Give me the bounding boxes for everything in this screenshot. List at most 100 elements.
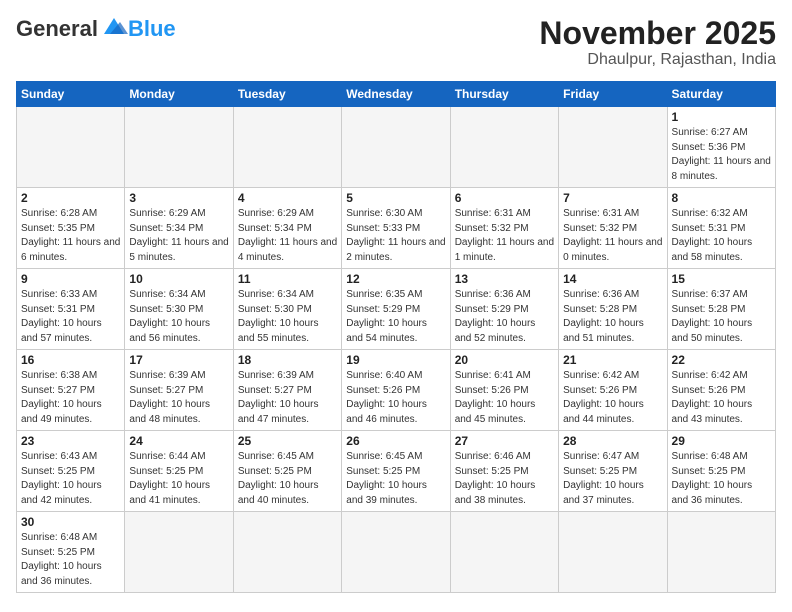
day-number: 20 — [455, 353, 554, 367]
day-number: 2 — [21, 191, 120, 205]
day-number: 18 — [238, 353, 337, 367]
day-number: 8 — [672, 191, 771, 205]
day-number: 7 — [563, 191, 662, 205]
day-number: 9 — [21, 272, 120, 286]
sun-info: Sunrise: 6:39 AMSunset: 5:27 PMDaylight:… — [238, 369, 337, 427]
day-number: 28 — [563, 434, 662, 448]
day-number: 10 — [129, 272, 228, 286]
weekday-header-friday: Friday — [559, 82, 667, 107]
sun-info: Sunrise: 6:36 AMSunset: 5:29 PMDaylight:… — [455, 288, 554, 346]
calendar-cell — [233, 107, 341, 188]
sun-info: Sunrise: 6:45 AMSunset: 5:25 PMDaylight:… — [346, 450, 445, 508]
sun-info: Sunrise: 6:28 AMSunset: 5:35 PMDaylight:… — [21, 207, 120, 265]
calendar-cell: 13 Sunrise: 6:36 AMSunset: 5:29 PMDayligh… — [450, 269, 558, 350]
sun-info: Sunrise: 6:43 AMSunset: 5:25 PMDaylight:… — [21, 450, 120, 508]
sun-info: Sunrise: 6:33 AMSunset: 5:31 PMDaylight:… — [21, 288, 120, 346]
weekday-header-row: SundayMondayTuesdayWednesdayThursdayFrid… — [17, 82, 776, 107]
calendar-cell — [559, 107, 667, 188]
day-number: 5 — [346, 191, 445, 205]
sun-info: Sunrise: 6:39 AMSunset: 5:27 PMDaylight:… — [129, 369, 228, 427]
sun-info: Sunrise: 6:47 AMSunset: 5:25 PMDaylight:… — [563, 450, 662, 508]
weekday-header-wednesday: Wednesday — [342, 82, 450, 107]
day-number: 19 — [346, 353, 445, 367]
sun-info: Sunrise: 6:32 AMSunset: 5:31 PMDaylight:… — [672, 207, 771, 265]
day-number: 22 — [672, 353, 771, 367]
logo-icon — [100, 16, 128, 38]
calendar-cell: 22Sunrise: 6:42 AMSunset: 5:26 PMDayligh… — [667, 350, 775, 431]
calendar-cell — [342, 512, 450, 593]
sun-info: Sunrise: 6:34 AMSunset: 5:30 PMDaylight:… — [238, 288, 337, 346]
day-number: 25 — [238, 434, 337, 448]
day-number: 14 — [563, 272, 662, 286]
calendar-cell — [17, 107, 125, 188]
calendar-week-row: 1Sunrise: 6:27 AMSunset: 5:36 PMDaylight… — [17, 107, 776, 188]
sun-info: Sunrise: 6:36 AMSunset: 5:28 PMDaylight:… — [563, 288, 662, 346]
calendar-cell: 24Sunrise: 6:44 AMSunset: 5:25 PMDayligh… — [125, 431, 233, 512]
sun-info: Sunrise: 6:41 AMSunset: 5:26 PMDaylight:… — [455, 369, 554, 427]
sun-info: Sunrise: 6:30 AMSunset: 5:33 PMDaylight:… — [346, 207, 445, 265]
calendar-cell: 20 Sunrise: 6:41 AMSunset: 5:26 PMDayligh… — [450, 350, 558, 431]
day-number: 21 — [563, 353, 662, 367]
calendar-cell: 23Sunrise: 6:43 AMSunset: 5:25 PMDayligh… — [17, 431, 125, 512]
calendar-week-row: 30 Sunrise: 6:48 AMSunset: 5:25 PMDayligh… — [17, 512, 776, 593]
calendar-cell: 27 Sunrise: 6:46 AMSunset: 5:25 PMDayligh… — [450, 431, 558, 512]
calendar-week-row: 9 Sunrise: 6:33 AMSunset: 5:31 PMDaylight… — [17, 269, 776, 350]
logo: General Blue — [16, 16, 176, 42]
sun-info: Sunrise: 6:31 AMSunset: 5:32 PMDaylight:… — [563, 207, 662, 265]
weekday-header-monday: Monday — [125, 82, 233, 107]
weekday-header-thursday: Thursday — [450, 82, 558, 107]
calendar-cell — [559, 512, 667, 593]
calendar-cell: 10Sunrise: 6:34 AMSunset: 5:30 PMDayligh… — [125, 269, 233, 350]
day-number: 27 — [455, 434, 554, 448]
sun-info: Sunrise: 6:46 AMSunset: 5:25 PMDaylight:… — [455, 450, 554, 508]
calendar-cell: 18 Sunrise: 6:39 AMSunset: 5:27 PMDayligh… — [233, 350, 341, 431]
calendar-cell: 3Sunrise: 6:29 AMSunset: 5:34 PMDaylight… — [125, 188, 233, 269]
calendar-cell — [125, 107, 233, 188]
calendar-cell: 29Sunrise: 6:48 AMSunset: 5:25 PMDayligh… — [667, 431, 775, 512]
calendar-cell: 25 Sunrise: 6:45 AMSunset: 5:25 PMDayligh… — [233, 431, 341, 512]
day-number: 13 — [455, 272, 554, 286]
calendar-cell: 11Sunrise: 6:34 AMSunset: 5:30 PMDayligh… — [233, 269, 341, 350]
sun-info: Sunrise: 6:42 AMSunset: 5:26 PMDaylight:… — [563, 369, 662, 427]
day-number: 15 — [672, 272, 771, 286]
sun-info: Sunrise: 6:31 AMSunset: 5:32 PMDaylight:… — [455, 207, 554, 265]
calendar-cell: 26 Sunrise: 6:45 AMSunset: 5:25 PMDayligh… — [342, 431, 450, 512]
calendar-cell: 19Sunrise: 6:40 AMSunset: 5:26 PMDayligh… — [342, 350, 450, 431]
calendar-week-row: 16Sunrise: 6:38 AMSunset: 5:27 PMDayligh… — [17, 350, 776, 431]
calendar-cell: 14 Sunrise: 6:36 AMSunset: 5:28 PMDayligh… — [559, 269, 667, 350]
location-text: Dhaulpur, Rajasthan, India — [539, 51, 776, 69]
sun-info: Sunrise: 6:45 AMSunset: 5:25 PMDaylight:… — [238, 450, 337, 508]
weekday-header-saturday: Saturday — [667, 82, 775, 107]
day-number: 3 — [129, 191, 228, 205]
logo-blue-text: Blue — [128, 16, 176, 42]
calendar-cell: 8 Sunrise: 6:32 AMSunset: 5:31 PMDaylight… — [667, 188, 775, 269]
calendar-cell — [342, 107, 450, 188]
calendar-week-row: 2 Sunrise: 6:28 AMSunset: 5:35 PMDaylight… — [17, 188, 776, 269]
calendar-cell: 15 Sunrise: 6:37 AMSunset: 5:28 PMDayligh… — [667, 269, 775, 350]
calendar-table: SundayMondayTuesdayWednesdayThursdayFrid… — [16, 81, 776, 593]
weekday-header-sunday: Sunday — [17, 82, 125, 107]
calendar-cell: 9 Sunrise: 6:33 AMSunset: 5:31 PMDaylight… — [17, 269, 125, 350]
sun-info: Sunrise: 6:44 AMSunset: 5:25 PMDaylight:… — [129, 450, 228, 508]
sun-info: Sunrise: 6:29 AMSunset: 5:34 PMDaylight:… — [238, 207, 337, 265]
calendar-cell: 28 Sunrise: 6:47 AMSunset: 5:25 PMDayligh… — [559, 431, 667, 512]
calendar-cell: 12Sunrise: 6:35 AMSunset: 5:29 PMDayligh… — [342, 269, 450, 350]
calendar-cell — [125, 512, 233, 593]
month-title: November 2025 — [539, 16, 776, 51]
calendar-cell: 21 Sunrise: 6:42 AMSunset: 5:26 PMDayligh… — [559, 350, 667, 431]
day-number: 4 — [238, 191, 337, 205]
sun-info: Sunrise: 6:48 AMSunset: 5:25 PMDaylight:… — [21, 531, 120, 589]
day-number: 17 — [129, 353, 228, 367]
calendar-cell: 6Sunrise: 6:31 AMSunset: 5:32 PMDaylight… — [450, 188, 558, 269]
day-number: 30 — [21, 515, 120, 529]
day-number: 16 — [21, 353, 120, 367]
logo-general-text: General — [16, 16, 98, 42]
day-number: 1 — [672, 110, 771, 124]
title-block: November 2025 Dhaulpur, Rajasthan, India — [539, 16, 776, 69]
day-number: 26 — [346, 434, 445, 448]
sun-info: Sunrise: 6:37 AMSunset: 5:28 PMDaylight:… — [672, 288, 771, 346]
calendar-cell: 17 Sunrise: 6:39 AMSunset: 5:27 PMDayligh… — [125, 350, 233, 431]
day-number: 12 — [346, 272, 445, 286]
calendar-cell: 30 Sunrise: 6:48 AMSunset: 5:25 PMDayligh… — [17, 512, 125, 593]
calendar-cell — [450, 512, 558, 593]
